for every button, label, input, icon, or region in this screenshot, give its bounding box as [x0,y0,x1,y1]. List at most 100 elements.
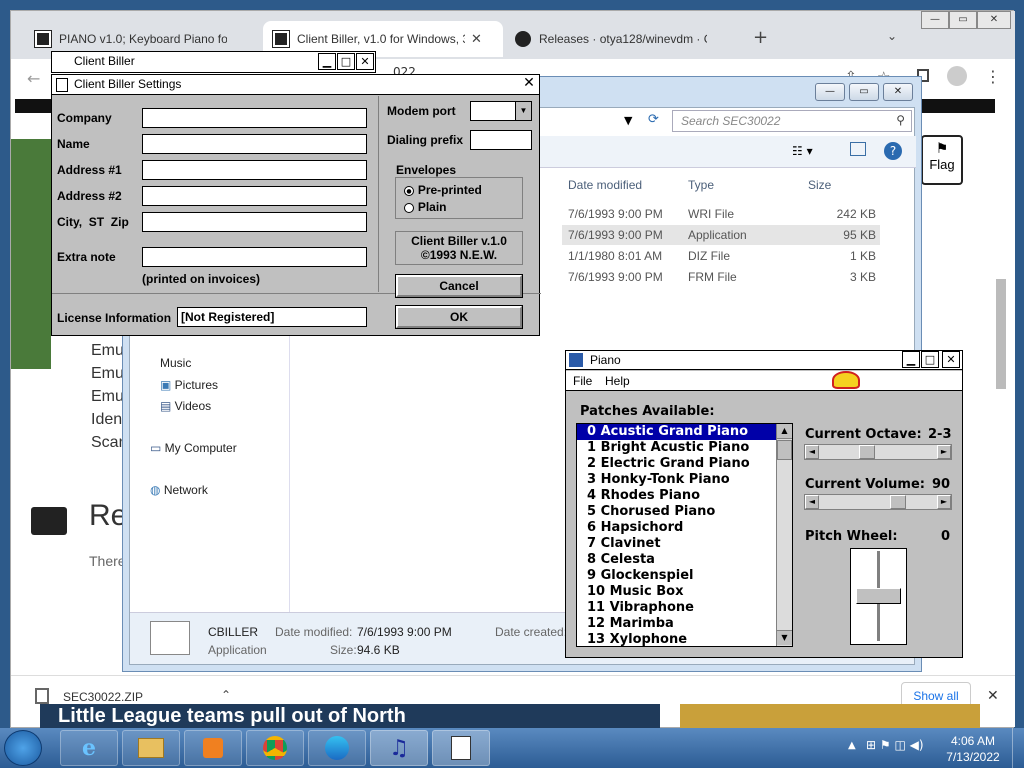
start-button-icon[interactable] [4,730,42,766]
scroll-left-icon[interactable]: ◄ [805,445,819,459]
edge-icon[interactable] [308,730,366,766]
tab-github[interactable]: Releases · otya128/winevdm · GitHub [505,21,717,57]
chrome-icon[interactable] [246,730,304,766]
slider-thumb[interactable] [890,495,906,509]
volume-slider[interactable]: ◄ ► [804,494,952,510]
close-download-bar-icon[interactable]: ✕ [987,688,999,704]
piano-app-icon[interactable] [569,353,583,367]
list-item[interactable]: 5 Chorused Piano [577,504,776,520]
scrollbar-thumb[interactable] [996,279,1006,389]
close-tab-icon[interactable]: ✕ [471,31,482,47]
slider-thumb[interactable] [859,445,875,459]
list-scrollbar[interactable]: ▲ ▼ [776,424,792,646]
nav-item-music[interactable]: Music [160,356,191,370]
new-tab-icon[interactable]: + [753,27,768,48]
maximize-button[interactable]: □ [921,351,939,368]
scroll-down-icon[interactable]: ▼ [777,630,792,645]
dropdown-arrow-icon[interactable]: ▼ [624,114,632,127]
nav-item-my-computer[interactable]: ▭ My Computer [150,441,237,455]
radio-plain[interactable]: Plain [404,200,447,214]
close-button[interactable]: ✕ [520,76,538,93]
client-biller-taskbar-icon[interactable] [432,730,490,766]
company-field[interactable] [142,108,367,128]
address1-field[interactable] [142,160,367,180]
internet-explorer-icon[interactable]: e [60,730,118,766]
tray-icons[interactable]: ⊞ ⚑ ◫ ◀) [866,738,924,752]
octave-slider[interactable]: ◄ ► [804,444,952,460]
close-button[interactable]: ✕ [942,351,960,368]
address2-field[interactable] [142,186,367,206]
close-button[interactable]: ✕ [977,11,1011,29]
media-player-icon[interactable] [184,730,242,766]
list-item[interactable]: 0 Acustic Grand Piano [577,424,776,440]
preview-pane-icon[interactable] [850,142,866,156]
column-size[interactable]: Size [808,178,831,192]
tab-search-icon[interactable]: ⌄ [887,29,897,43]
minimize-button[interactable]: — [815,83,845,101]
extra-note-field[interactable] [142,247,367,267]
help-icon[interactable]: ? [884,142,902,160]
table-row[interactable]: 7/6/1993 9:00 PM Application 95 KB [562,225,880,245]
close-button[interactable]: ✕ [356,53,374,70]
name-field[interactable] [142,134,367,154]
list-item[interactable]: 7 Clavinet [577,536,776,552]
download-filename[interactable]: SEC30022.ZIP [63,690,143,704]
show-desktop-button[interactable] [1012,728,1024,768]
chevron-up-icon[interactable]: ⌃ [221,688,231,702]
flag-button[interactable]: ⚑ Flag [921,135,963,185]
list-item[interactable]: 4 Rhodes Piano [577,488,776,504]
scroll-right-icon[interactable]: ► [937,495,951,509]
scroll-thumb[interactable] [777,440,792,460]
maximize-button[interactable]: ▭ [849,83,879,101]
show-hidden-icons[interactable]: ▲ [848,740,856,751]
menu-file[interactable]: File [573,374,592,388]
nav-item-videos[interactable]: ▤ Videos [160,399,211,413]
view-options-icon[interactable]: ☷ ▾ [792,144,813,158]
license-field[interactable]: [Not Registered] [177,307,367,327]
minimize-button[interactable]: ▁ [318,53,336,70]
column-type[interactable]: Type [688,178,714,192]
list-item[interactable]: 10 Music Box [577,584,776,600]
file-explorer-icon[interactable] [122,730,180,766]
dialing-prefix-field[interactable] [470,130,532,150]
list-item[interactable]: 8 Celesta [577,552,776,568]
menu-icon[interactable]: ⋮ [985,67,1001,86]
list-item[interactable]: 2 Electric Grand Piano [577,456,776,472]
menu-help[interactable]: Help [605,374,630,388]
city-st-zip-field[interactable] [142,212,367,232]
profile-icon[interactable] [947,66,967,86]
modem-port-select[interactable]: ▼ [470,101,532,121]
minimize-button[interactable]: ▁ [902,351,920,368]
patches-list[interactable]: 0 Acustic Grand Piano 1 Bright Acustic P… [576,423,793,647]
nav-item-pictures[interactable]: ▣ Pictures [160,378,218,392]
cancel-button[interactable]: Cancel [395,274,523,298]
scroll-right-icon[interactable]: ► [937,445,951,459]
table-row[interactable]: 1/1/1980 8:01 AM DIZ File 1 KB [562,246,880,266]
list-item[interactable]: 9 Glockenspiel [577,568,776,584]
scroll-left-icon[interactable]: ◄ [805,495,819,509]
ok-button[interactable]: OK [395,305,523,329]
dropdown-arrow-icon[interactable]: ▼ [515,102,531,120]
minimize-button[interactable]: — [921,11,949,29]
back-icon[interactable]: ← [27,69,40,88]
list-item[interactable]: 6 Hapsichord [577,520,776,536]
system-menu-icon[interactable] [56,78,68,92]
maximize-button[interactable]: ▭ [949,11,977,29]
maximize-button[interactable]: □ [337,53,355,70]
search-input[interactable]: Search SEC30022 ⚲ [672,110,912,132]
pitch-wheel[interactable] [850,548,907,645]
list-item[interactable]: 3 Honky-Tonk Piano [577,472,776,488]
nav-item-network[interactable]: ◍ Network [150,483,208,497]
refresh-icon[interactable]: ⟳ [648,112,659,127]
radio-pre-printed[interactable]: ● Pre-printed [404,183,482,197]
table-row[interactable]: 7/6/1993 9:00 PM WRI File 242 KB [562,204,880,224]
list-item[interactable]: 11 Vibraphone [577,600,776,616]
piano-taskbar-icon[interactable]: ♫ [370,730,428,766]
pitch-thumb[interactable] [856,588,901,604]
close-button[interactable]: ✕ [883,83,913,101]
clock[interactable]: 4:06 AM 7/13/2022 [944,733,1002,765]
table-row[interactable]: 7/6/1993 9:00 PM FRM File 3 KB [562,267,880,287]
list-item[interactable]: 13 Xylophone [577,632,776,646]
list-item[interactable]: 12 Marimba [577,616,776,632]
list-item[interactable]: 1 Bright Acustic Piano [577,440,776,456]
